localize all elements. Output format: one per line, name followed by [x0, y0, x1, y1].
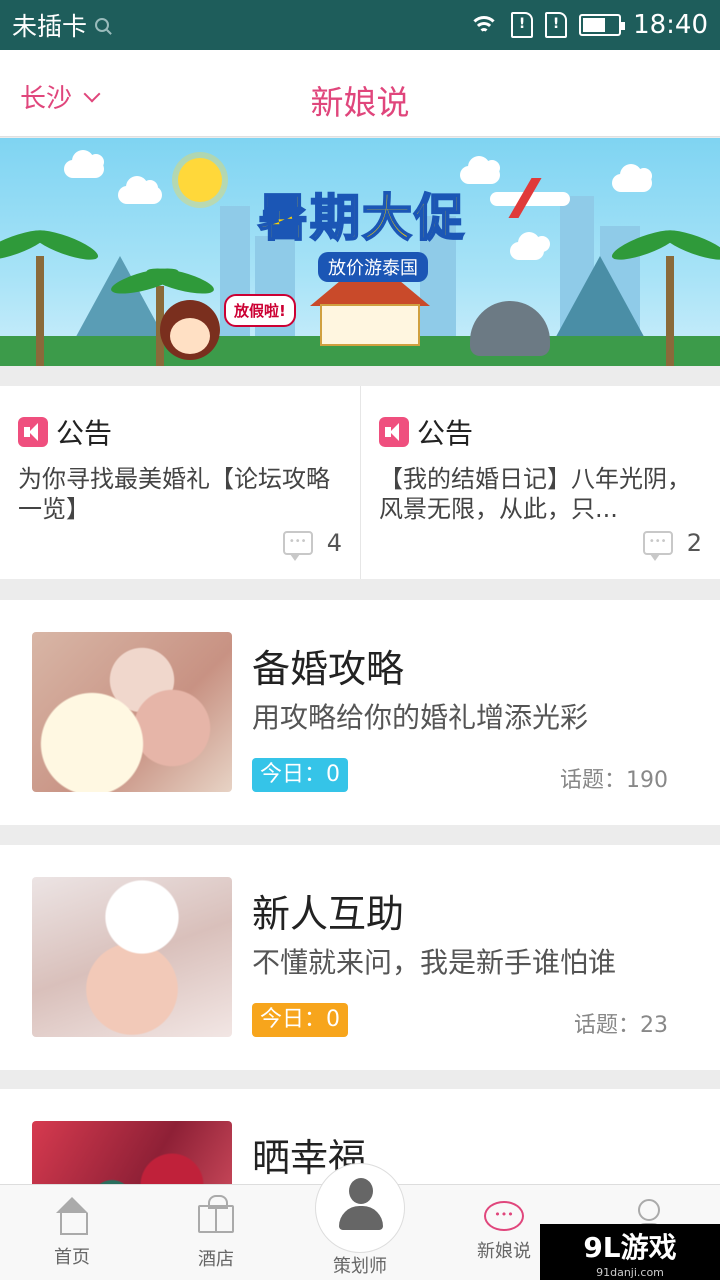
today-badge: 今日：0: [252, 758, 348, 792]
speaker-icon: [18, 417, 48, 447]
promo-headline: 暑期大促: [257, 188, 466, 248]
watermark-sub: 91danji.com: [596, 1265, 664, 1279]
speaker-icon: [379, 417, 409, 447]
comment-icon: •••: [282, 531, 313, 561]
notice-card[interactable]: 公告 为你寻找最美婚礼【论坛攻略一览】 ••• 4: [0, 386, 360, 579]
nav-hotel[interactable]: 酒店: [144, 1185, 288, 1280]
promo-subline: 放价游泰国: [318, 252, 428, 282]
forum-item[interactable]: 新人互助 不懂就来问，我是新手谁怕谁 今日：0 话题：23: [0, 845, 720, 1070]
comment-icon: •••: [642, 531, 673, 561]
sun-illustration: [178, 158, 222, 202]
status-bar: 未插卡 ! ! 18:40: [0, 0, 720, 50]
watermark-logo: 9L游戏 91danji.com: [540, 1224, 720, 1280]
search-icon: [95, 18, 110, 32]
forum-description: 不懂就来问，我是新手谁怕谁: [252, 946, 617, 979]
comment-count: ••• 2: [642, 529, 702, 561]
sim-icon: !: [511, 12, 534, 38]
topic-count: 话题：190: [560, 768, 668, 793]
sim-icon: !: [545, 12, 568, 38]
cloud-illustration: [510, 232, 550, 260]
nav-planner[interactable]: 策划师: [288, 1163, 432, 1280]
chat-bubble-icon: •••: [484, 1201, 524, 1231]
notice-text: 【我的结婚日记】八年光阴，风景无限，从此，只...: [379, 465, 691, 523]
home-icon: [52, 1197, 92, 1237]
cloud-illustration: [612, 164, 652, 192]
gift-icon: [198, 1195, 234, 1233]
notice-label: 公告: [56, 417, 113, 450]
person-icon: [337, 1178, 385, 1234]
girl-illustration: [160, 300, 220, 360]
clock: 18:40: [633, 10, 708, 40]
airplane-illustration: [490, 192, 570, 206]
page-title: 新娘说: [310, 83, 410, 122]
notice-card[interactable]: 公告 【我的结婚日记】八年光阴，风景无限，从此，只... ••• 2: [360, 386, 720, 579]
carrier-label: 未插卡: [12, 12, 88, 41]
cloud-illustration: [64, 150, 104, 178]
palm-tree-illustration: [0, 216, 101, 366]
notice-section: 公告 为你寻找最美婚礼【论坛攻略一览】 ••• 4 公告 【我的结婚日记】八年光…: [0, 386, 720, 579]
nav-label: 策划师: [333, 1256, 387, 1277]
topic-count: 话题：23: [574, 1013, 668, 1038]
speech-bubble: 放假啦!: [224, 294, 296, 327]
notice-label: 公告: [417, 417, 474, 450]
nav-home[interactable]: 首页: [0, 1185, 144, 1280]
cloud-illustration: [118, 176, 162, 204]
nav-label: 酒店: [198, 1249, 234, 1270]
top-header: 长沙 新娘说: [0, 50, 720, 137]
elephant-illustration: [470, 301, 550, 356]
forum-title: 备婚攻略: [252, 647, 405, 691]
forum-item[interactable]: 备婚攻略 用攻略给你的婚礼增添光彩 今日：0 话题：190: [0, 600, 720, 825]
comment-count-value: 4: [326, 529, 342, 557]
notice-text: 为你寻找最美婚礼【论坛攻略一览】: [18, 465, 330, 523]
forum-thumbnail: [32, 632, 232, 792]
watermark-main: 9L游戏: [583, 1230, 677, 1264]
palm-tree-illustration: [609, 216, 720, 366]
wifi-icon: [469, 14, 500, 36]
promo-text: 暑期大促 放价游泰国: [257, 178, 466, 282]
forum-title: 新人互助: [252, 892, 405, 936]
today-badge: 今日：0: [252, 1003, 348, 1037]
comment-count: ••• 4: [282, 529, 342, 561]
cloud-illustration: [460, 156, 500, 184]
forum-description: 用攻略给你的婚礼增添光彩: [252, 701, 589, 734]
nav-label: 首页: [54, 1247, 90, 1268]
forum-thumbnail: [32, 877, 232, 1037]
promo-banner[interactable]: 放假啦! 暑期大促 放价游泰国: [0, 138, 720, 366]
battery-icon: [579, 14, 626, 36]
comment-count-value: 2: [686, 529, 702, 557]
planner-button[interactable]: [315, 1163, 405, 1253]
